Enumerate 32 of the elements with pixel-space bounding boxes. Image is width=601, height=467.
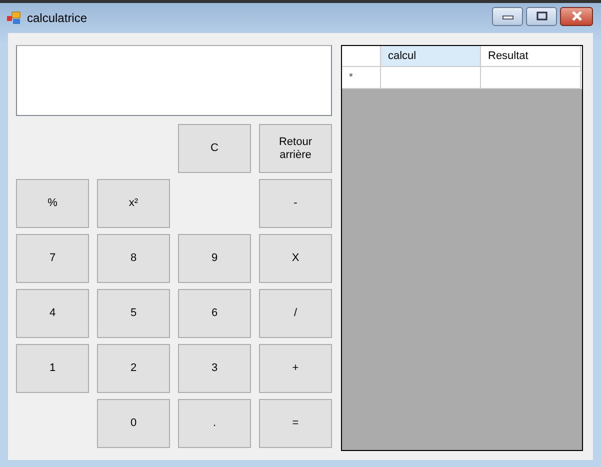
calculator-key[interactable]: 8 — [97, 234, 170, 283]
minimize-button[interactable] — [492, 6, 523, 26]
calculator-key[interactable]: x² — [97, 179, 170, 228]
calculator-key[interactable]: C — [178, 124, 251, 173]
calculator-key[interactable]: 3 — [178, 344, 251, 393]
table-cell[interactable] — [481, 67, 581, 89]
calculator-key[interactable]: - — [259, 179, 332, 228]
calculator-key[interactable]: X — [259, 234, 332, 283]
window-title: calculatrice — [27, 11, 88, 25]
close-icon — [570, 11, 584, 21]
column-header[interactable]: calcul — [381, 46, 481, 67]
calculator-key[interactable]: % — [16, 179, 89, 228]
close-button[interactable] — [560, 6, 593, 26]
calculator-key[interactable]: 4 — [16, 289, 89, 338]
calculator-key[interactable]: = — [259, 399, 332, 448]
maximize-button[interactable] — [526, 6, 557, 26]
table-cell[interactable] — [381, 67, 481, 89]
new-row-marker: * — [349, 72, 353, 83]
calculator-key[interactable]: 2 — [97, 344, 170, 393]
maximize-icon — [536, 11, 548, 21]
calculator-key[interactable]: 9 — [178, 234, 251, 283]
display-field[interactable] — [16, 45, 332, 116]
calculator-key[interactable]: / — [259, 289, 332, 338]
calculator-key[interactable]: 5 — [97, 289, 170, 338]
calculator-key[interactable]: 6 — [178, 289, 251, 338]
calculator-key[interactable]: 1 — [16, 344, 89, 393]
app-icon — [7, 11, 21, 25]
calculator-key[interactable]: Retour arrière — [259, 124, 332, 173]
calculator-key[interactable]: . — [178, 399, 251, 448]
calculator-key[interactable]: + — [259, 344, 332, 393]
calculator-key[interactable]: 7 — [16, 234, 89, 283]
calculator-key[interactable]: 0 — [97, 399, 170, 448]
